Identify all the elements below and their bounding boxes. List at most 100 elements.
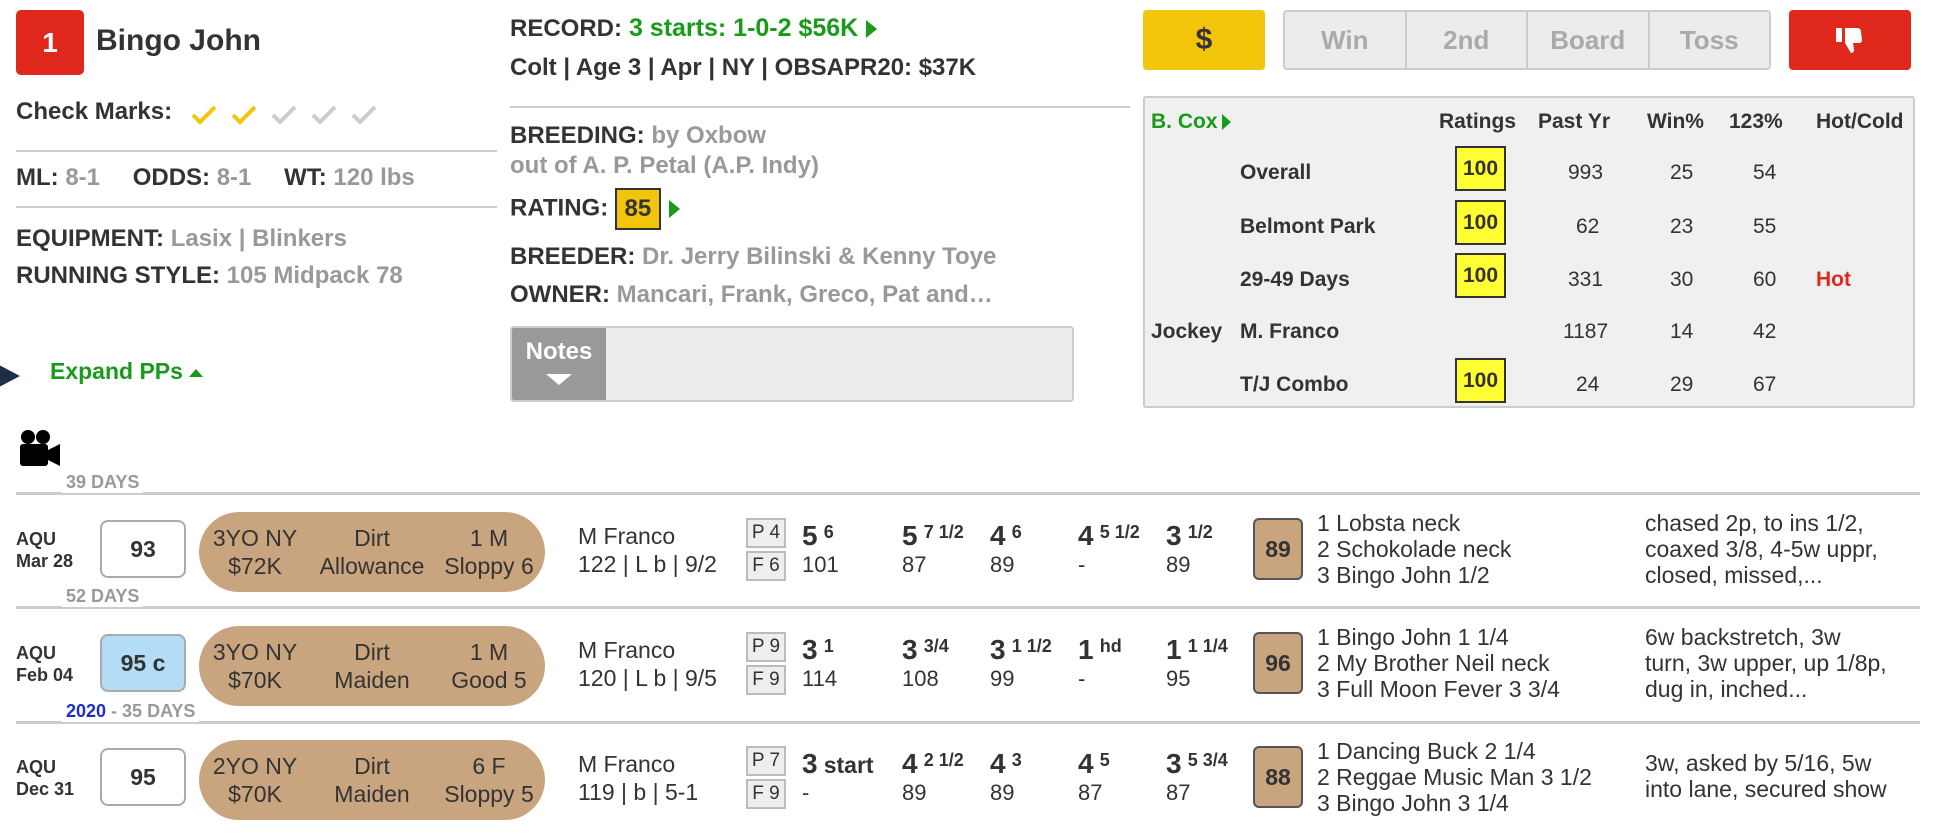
equipment-row: EQUIPMENT: Lasix | Blinkers — [16, 225, 347, 253]
finisher[interactable]: 2 Reggae Music Man 3 1/2 — [1317, 764, 1592, 790]
call-position: 3 — [990, 634, 1006, 665]
race-purse: $70K — [228, 667, 282, 693]
trainer-jockey-stats-panel: B. Cox Ratings Past Yr Win% 123% Hot/Col… — [1143, 96, 1915, 408]
race-date: Dec 31 — [16, 779, 75, 799]
rating-row: RATING: 85 — [510, 188, 680, 230]
call-figure: 108 — [902, 666, 939, 691]
call-lengths: start — [823, 752, 874, 778]
comment-line: 3w, asked by 5/16, 5w — [1645, 750, 1872, 776]
call-figure: 99 — [990, 666, 1015, 691]
owner-row: OWNER: Mancari, Frank, Greco, Pat and… — [510, 281, 993, 309]
divider — [16, 150, 497, 152]
stat-win-pct: 14 — [1670, 320, 1694, 343]
finisher[interactable]: 3 Bingo John 3 1/4 — [1317, 790, 1592, 816]
stat-itm-pct: 54 — [1753, 161, 1777, 184]
divider — [16, 206, 497, 208]
race-figure-badge[interactable]: 89 — [1253, 518, 1303, 580]
year-label: 2020 — [66, 701, 107, 721]
speed-figure[interactable]: 95 — [100, 748, 186, 806]
notes-button[interactable]: Notes — [512, 328, 606, 400]
finisher[interactable]: 2 My Brother Neil neck — [1317, 650, 1560, 676]
breeder-label: BREEDER: — [510, 243, 636, 270]
stat-rating-badge: 100 — [1455, 146, 1506, 191]
divider — [510, 106, 1130, 108]
race-age: 3YO NY — [212, 639, 298, 665]
call-1: 3 1 114 — [802, 634, 837, 692]
stat-past-yr: 331 — [1568, 268, 1604, 291]
finisher[interactable]: 1 Dancing Buck 2 1/4 — [1317, 738, 1592, 764]
thumbs-down-button[interactable] — [1789, 10, 1911, 70]
side-arrow-icon[interactable] — [0, 354, 20, 398]
post-position: P 4 — [746, 518, 786, 548]
speed-figure[interactable]: 95 c — [100, 634, 186, 692]
expand-pps-link[interactable]: Expand PPs — [50, 358, 203, 385]
program-number: 1 — [16, 10, 84, 75]
comment-line: turn, 3w upper, up 1/8p, — [1645, 650, 1887, 676]
race-comment: chased 2p, to ins 1/2, coaxed 3/8, 4-5w u… — [1645, 510, 1878, 588]
call-figure: 101 — [802, 552, 839, 577]
notes-label: Notes — [525, 338, 593, 365]
call-figure: - — [1078, 666, 1086, 691]
trainer-link[interactable]: B. Cox — [1151, 110, 1231, 134]
finisher[interactable]: 3 Full Moon Fever 3 3/4 — [1317, 676, 1560, 702]
board-button[interactable]: Board — [1528, 12, 1650, 68]
finisher[interactable]: 1 Lobsta neck — [1317, 510, 1511, 536]
track-date: AQU Dec 31 — [16, 756, 74, 800]
days-since-label: 39 DAYS — [62, 472, 144, 493]
record-value[interactable]: 3 starts: 1-0-2 $56K — [629, 14, 858, 42]
post-position: P 7 — [746, 746, 786, 776]
finish-order: 1 Dancing Buck 2 1/4 2 Reggae Music Man 3… — [1317, 738, 1592, 816]
second-button[interactable]: 2nd — [1407, 12, 1528, 68]
check-mark-icon[interactable] — [311, 105, 337, 125]
call-position: 3 — [1166, 520, 1182, 551]
race-conditions-pill[interactable]: 3YO NY $72K Dirt Allowance 1 M Sloppy 6 — [199, 512, 545, 592]
race-date: Feb 04 — [16, 665, 74, 685]
speed-figure[interactable]: 93 — [100, 520, 186, 578]
check-mark-icon[interactable] — [231, 105, 257, 125]
jockey-name: M. Franco — [1240, 320, 1340, 343]
race-comment: 3w, asked by 5/16, 5w into lane, secured … — [1645, 750, 1887, 802]
jockey-info: M Franco 122 | L b | 9/2 — [578, 522, 717, 578]
video-camera-icon[interactable] — [16, 428, 62, 470]
track-condition: Good 5 — [451, 667, 527, 693]
comment-line: dug in, inched... — [1645, 676, 1808, 702]
race-distance: 1 M — [469, 525, 509, 551]
stat-row-name: 29-49 Days — [1240, 268, 1350, 291]
jockey-info: M Franco 120 | L b | 9/5 — [578, 636, 717, 692]
stat-itm-pct: 42 — [1753, 320, 1777, 343]
rating-badge: 85 — [614, 188, 661, 230]
race-type: Maiden — [334, 781, 410, 807]
expand-pps-label: Expand PPs — [50, 358, 183, 384]
days-separator — [16, 606, 1920, 609]
jockey-name: M Franco — [578, 523, 676, 549]
record-label: RECORD: — [510, 15, 622, 42]
toss-button[interactable]: Toss — [1650, 12, 1770, 68]
caret-right-icon[interactable] — [668, 200, 680, 218]
caret-right-icon[interactable] — [1221, 114, 1231, 131]
dollar-button[interactable]: $ — [1143, 10, 1265, 70]
finisher[interactable]: 3 Bingo John 1/2 — [1317, 562, 1511, 588]
weight-meds-odds: 122 | L b | 9/2 — [578, 551, 717, 577]
win-button[interactable]: Win — [1285, 12, 1407, 68]
call-position: 4 — [990, 520, 1006, 551]
call-lengths: 1 1/4 — [1187, 636, 1228, 656]
finisher[interactable]: 2 Schokolade neck — [1317, 536, 1511, 562]
race-conditions-pill[interactable]: 3YO NY $70K Dirt Maiden 1 M Good 5 — [199, 626, 545, 706]
call-lengths: 1 1/2 — [1011, 636, 1052, 656]
call-3: 3 1 1/2 99 — [990, 634, 1052, 692]
race-date: Mar 28 — [16, 551, 74, 571]
horse-name: Bingo John — [96, 24, 261, 57]
check-mark-icon[interactable] — [191, 105, 217, 125]
check-mark-icon[interactable] — [271, 105, 297, 125]
caret-right-icon[interactable] — [866, 20, 878, 39]
horse-description: Colt | Age 3 | Apr | NY | OBSAPR20: $37K — [510, 54, 977, 81]
race-conditions-pill[interactable]: 2YO NY $70K Dirt Maiden 6 F Sloppy 5 — [199, 740, 545, 820]
finisher[interactable]: 1 Bingo John 1 1/4 — [1317, 624, 1560, 650]
race-figure-badge[interactable]: 88 — [1253, 746, 1303, 808]
race-figure-badge[interactable]: 96 — [1253, 632, 1303, 694]
check-mark-icon[interactable] — [351, 105, 377, 125]
notes-box[interactable]: Notes — [510, 326, 1074, 402]
stat-itm-pct: 67 — [1753, 373, 1777, 396]
trainer-name[interactable]: B. Cox — [1151, 110, 1218, 133]
call-position: 4 — [902, 748, 918, 779]
